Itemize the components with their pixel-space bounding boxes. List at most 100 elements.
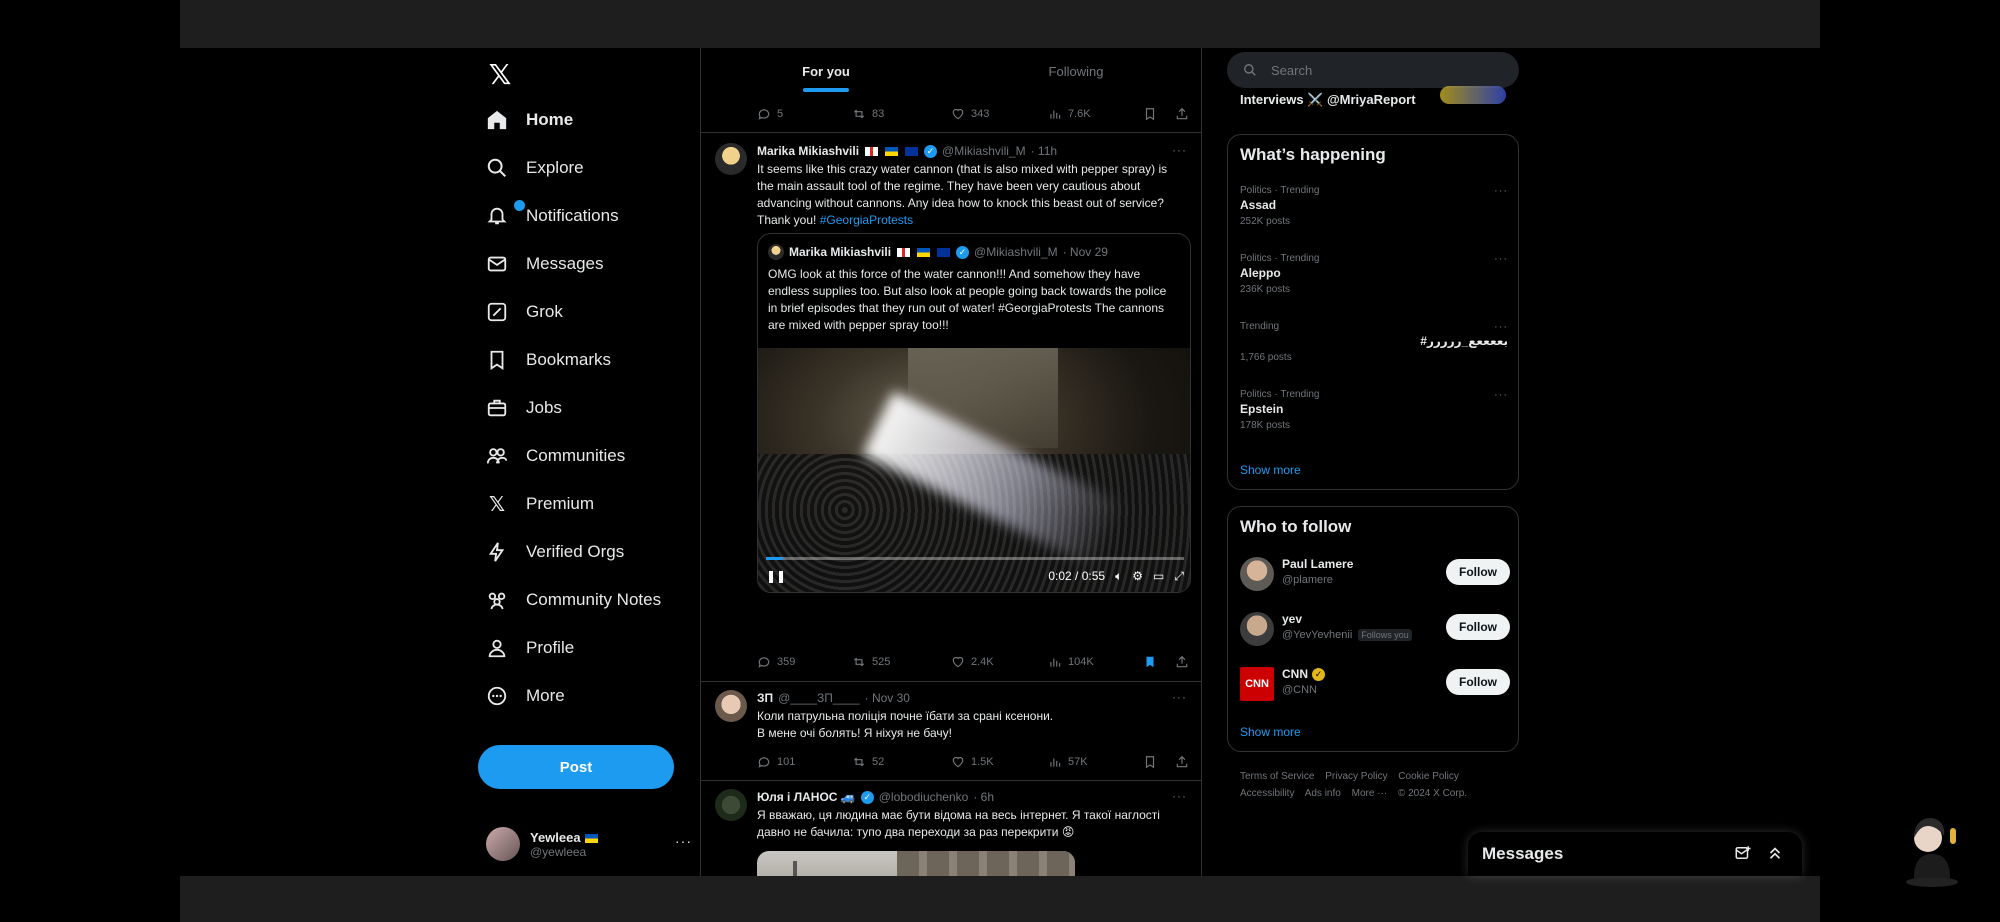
- show-more-link[interactable]: Show more: [1240, 725, 1301, 739]
- timestamp[interactable]: · 6h: [973, 790, 994, 804]
- footer-link[interactable]: Accessibility: [1240, 788, 1294, 799]
- avatar[interactable]: [715, 690, 747, 722]
- footer-link[interactable]: Privacy Policy: [1325, 771, 1387, 782]
- author-handle[interactable]: @lobodiuchenko: [879, 790, 969, 804]
- footer-link[interactable]: Ads info: [1305, 788, 1341, 799]
- more-dots-icon[interactable]: ···: [1494, 321, 1508, 333]
- repost-button[interactable]: 52: [852, 755, 951, 769]
- search-input[interactable]: Search: [1227, 52, 1519, 88]
- timestamp[interactable]: · 11h: [1031, 144, 1057, 158]
- hashtag-link[interactable]: #GeorgiaProtests: [820, 213, 913, 227]
- tweet[interactable]: ЗП @____ЗП____ · Nov 30 ··· Коли патруль…: [701, 682, 1201, 780]
- bookmark-icon[interactable]: [1143, 107, 1157, 121]
- follow-button[interactable]: Follow: [1446, 669, 1510, 695]
- tweet[interactable]: Юля і ЛАНОС 🚙 ✓ @lobodiuchenko · 6h ··· …: [701, 781, 1201, 876]
- video-progress-bar[interactable]: [766, 557, 1184, 560]
- chevron-up-double-icon[interactable]: [1766, 844, 1784, 862]
- avatar[interactable]: [715, 143, 747, 175]
- more-dots-icon[interactable]: ···: [1494, 185, 1508, 197]
- post-button[interactable]: Post: [478, 745, 674, 789]
- like-button[interactable]: 2.4K: [951, 655, 1048, 669]
- nav-item-verified-orgs[interactable]: Verified Orgs: [484, 532, 624, 572]
- author-name[interactable]: ЗП: [757, 691, 773, 705]
- nav-item-explore[interactable]: Explore: [484, 148, 584, 188]
- follow-button[interactable]: Follow: [1446, 614, 1510, 640]
- views-button[interactable]: 57K: [1048, 755, 1143, 769]
- previous-card-text[interactable]: Interviews ⚔️ @MriyaReport: [1240, 92, 1416, 108]
- author-handle[interactable]: @Mikiashvili_M: [942, 144, 1026, 158]
- follow-suggestion[interactable]: Paul Lamere @plamere Follow: [1240, 553, 1510, 593]
- settings-icon[interactable]: ⚙︎: [1132, 569, 1143, 583]
- trend-item[interactable]: Politics · Trending Aleppo 236K posts ··…: [1240, 253, 1508, 295]
- share-icon[interactable]: [1175, 755, 1189, 769]
- avatar[interactable]: [715, 789, 747, 821]
- views-button[interactable]: 7.6K: [1048, 107, 1143, 121]
- tab-for-you[interactable]: For you: [701, 48, 951, 94]
- nav-item-home[interactable]: Home: [484, 100, 573, 140]
- repost-button[interactable]: 83: [852, 107, 951, 121]
- pip-icon[interactable]: ▭: [1153, 569, 1164, 583]
- follow-button[interactable]: Follow: [1446, 559, 1510, 585]
- more-dots-icon[interactable]: ···: [1494, 253, 1508, 265]
- nav-item-grok[interactable]: Grok: [484, 292, 563, 332]
- new-message-icon[interactable]: [1734, 844, 1752, 862]
- nav-item-profile[interactable]: Profile: [484, 628, 574, 668]
- trend-item[interactable]: Trending #بععععع_ررررر 1,766 posts ···: [1240, 321, 1508, 363]
- nav-item-community-notes[interactable]: Community Notes: [484, 580, 661, 620]
- trend-item[interactable]: Politics · Trending Assad 252K posts ···: [1240, 185, 1508, 227]
- video-player[interactable]: ❚❚ 0:02 / 0:55 🔈︎ ⚙︎ ▭ ⤢: [758, 348, 1190, 592]
- x-logo-icon[interactable]: 𝕏: [484, 58, 516, 90]
- bookmark-icon[interactable]: [1143, 655, 1157, 669]
- footer-link[interactable]: Cookie Policy: [1398, 771, 1459, 782]
- more-dots-icon[interactable]: ···: [1172, 789, 1187, 803]
- views-count: 57K: [1067, 756, 1088, 768]
- nav-label: Jobs: [526, 398, 562, 417]
- follow-suggestion[interactable]: yev @YevYevhenii Follows you Follow: [1240, 608, 1510, 648]
- share-icon[interactable]: [1175, 107, 1189, 121]
- show-more-link[interactable]: Show more: [1240, 463, 1301, 477]
- nav-item-jobs[interactable]: Jobs: [484, 388, 562, 428]
- messages-drawer[interactable]: Messages: [1468, 832, 1802, 876]
- tweet-photo[interactable]: [757, 851, 1075, 876]
- author-handle[interactable]: @____ЗП____: [778, 691, 859, 705]
- like-button[interactable]: 1.5K: [951, 755, 1048, 769]
- nav-item-more[interactable]: More: [484, 676, 565, 716]
- nav-item-communities[interactable]: Communities: [484, 436, 625, 476]
- author-name[interactable]: Marika Mikiashvili: [757, 144, 859, 158]
- like-count: 343: [970, 108, 990, 120]
- reply-button[interactable]: 359: [757, 655, 852, 669]
- tab-following[interactable]: Following: [951, 48, 1201, 94]
- volume-icon[interactable]: 🔈︎: [1115, 569, 1122, 584]
- bookmark-icon[interactable]: [1143, 755, 1157, 769]
- author-name[interactable]: Юля і ЛАНОС 🚙: [757, 790, 856, 804]
- messages-drawer-title: Messages: [1482, 844, 1564, 863]
- tweet[interactable]: Marika Mikiashvili ✓ @Mikiashvili_M · 11…: [701, 133, 1201, 681]
- views-button[interactable]: 104K: [1048, 655, 1143, 669]
- trend-item[interactable]: Politics · Trending Epstein 178K posts ·…: [1240, 389, 1508, 431]
- follow-suggestion[interactable]: CNN CNN ✓ @CNN Follow: [1240, 663, 1510, 703]
- nav-item-premium[interactable]: 𝕏 Premium: [484, 484, 594, 524]
- timestamp[interactable]: · Nov 30: [865, 691, 910, 705]
- pause-icon[interactable]: ❚❚: [766, 569, 786, 583]
- reply-button[interactable]: 101: [757, 755, 852, 769]
- fullscreen-icon[interactable]: ⤢: [1174, 569, 1184, 584]
- account-switcher[interactable]: Yewleea @yewleea ···: [486, 823, 696, 865]
- more-dots-icon[interactable]: ···: [1172, 143, 1187, 157]
- repost-button[interactable]: 525: [852, 655, 951, 669]
- like-button[interactable]: 343: [951, 107, 1048, 121]
- footer-link[interactable]: Terms of Service: [1240, 771, 1314, 782]
- trend-post-count: 1,766 posts: [1240, 352, 1292, 363]
- nav-item-messages[interactable]: Messages: [484, 244, 603, 284]
- trend-topic: #بععععع_ررررر: [1420, 334, 1508, 348]
- footer-link[interactable]: More ···: [1352, 788, 1388, 799]
- ukraine-flag-icon: [585, 833, 599, 843]
- quoted-tweet[interactable]: Marika Mikiashvili ✓ @Mikiashvili_M · No…: [757, 233, 1191, 593]
- share-icon[interactable]: [1175, 655, 1189, 669]
- more-dots-icon[interactable]: ···: [1494, 389, 1508, 401]
- repost-count: 52: [872, 756, 885, 768]
- more-dots-icon[interactable]: ···: [1172, 690, 1187, 704]
- more-dots-icon[interactable]: ···: [675, 833, 692, 849]
- nav-item-notifications[interactable]: Notifications: [484, 196, 619, 236]
- nav-item-bookmarks[interactable]: Bookmarks: [484, 340, 611, 380]
- reply-button[interactable]: 5: [757, 107, 852, 121]
